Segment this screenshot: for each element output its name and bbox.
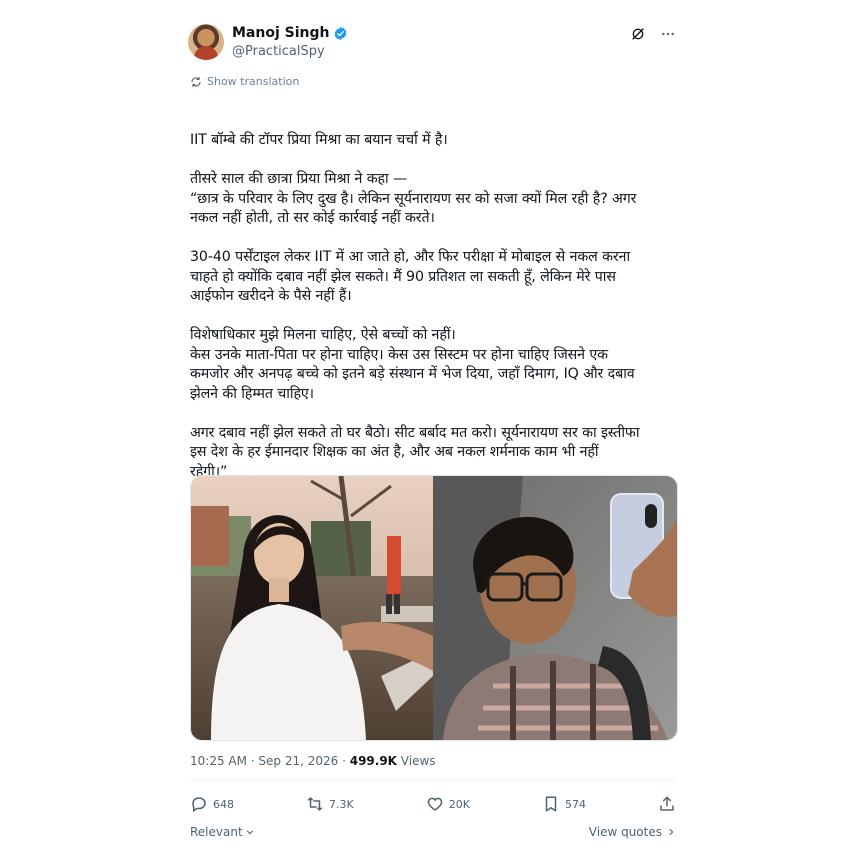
view-quotes-link[interactable]: View quotes [589, 825, 676, 839]
like-icon [426, 795, 444, 813]
share-button[interactable] [658, 795, 676, 813]
divider [190, 780, 676, 781]
tweet-line: “छात्र के परिवार के लिए दुख है। लेकिन सू… [190, 190, 637, 207]
tweet-line [190, 151, 680, 171]
tweet-line: केस उनके माता-पिता पर होना चाहिए। केस उस… [190, 346, 608, 363]
tweet-line: नकल नहीं होती, तो सर कोई कार्रवाई नहीं क… [190, 210, 435, 226]
relevant-label: Relevant [190, 825, 243, 839]
tweet-line: कमजोर और अनपढ़ बच्चे को इतने बड़े संस्था… [190, 366, 635, 382]
media-photo-right[interactable] [433, 476, 677, 740]
chevron-down-icon [245, 827, 255, 837]
tweet-line: IIT बॉम्बे की टॉपर प्रिया मिश्रा का बयान… [190, 132, 448, 148]
views-label: Views [396, 754, 436, 768]
tweet-line [190, 229, 680, 249]
repost-icon [306, 795, 324, 813]
author-name-row: Manoj Singh [232, 25, 348, 41]
like-count: 20K [448, 797, 470, 811]
tweet-actions: 648 7.3K 20K 574 [190, 795, 676, 813]
grok-icon[interactable] [630, 26, 646, 42]
reply-count: 648 [213, 797, 234, 811]
tweet-top-actions [630, 26, 676, 42]
tweet-footer: Relevant View quotes [190, 825, 676, 839]
view-quotes-label: View quotes [588, 825, 662, 839]
tweet-line: आईफोन खरीदने के पैसे नहीं हैं। [190, 288, 352, 304]
show-translation[interactable]: Show translation [190, 75, 299, 88]
tweet-line: तीसरे साल की छात्रा प्रिया मिश्रा ने कहा… [190, 171, 408, 187]
tweet-meta: 10:25 AM · Sep 21, 2026 · 499.9K Views [190, 754, 436, 768]
tweet-line: चाहते हो क्योंकि दबाव नहीं झेल सकते। मैं… [190, 268, 616, 285]
tweet-media [190, 475, 678, 741]
relevant-sort[interactable]: Relevant [190, 825, 255, 839]
tweet-line: अगर दबाव नहीं झेल सकते तो घर बैठो। सीट ब… [190, 424, 640, 441]
like-button[interactable]: 20K [426, 795, 470, 813]
tweet-line: झेलने की हिम्मत चाहिए। [190, 385, 314, 402]
tweet-line [190, 404, 680, 424]
bookmark-icon [542, 795, 560, 813]
reply-icon [190, 795, 208, 813]
tweet-line [190, 307, 680, 327]
verified-badge-icon [333, 26, 348, 41]
author-name[interactable]: Manoj Singh [232, 25, 329, 41]
bookmark-count: 574 [564, 797, 586, 811]
tweet-line: इस देश के हर ईमानदार शिक्षक का अंत है, औ… [190, 444, 599, 460]
more-icon[interactable] [660, 26, 676, 42]
share-icon [658, 795, 676, 813]
views-count: 499.9K [349, 754, 397, 768]
tweet-line: 30-40 पर्सेंटाइल लेकर IIT में आ जाते हो,… [190, 249, 631, 265]
author-handle[interactable]: @PracticalSpy [232, 44, 325, 59]
bookmark-button[interactable]: 574 [542, 795, 586, 813]
avatar[interactable] [188, 24, 224, 60]
show-translation-label[interactable]: Show translation [207, 75, 299, 88]
tweet-line: विशेषाधिकार मुझे मिलना चाहिए, ऐसे बच्चों… [190, 327, 456, 343]
chevron-right-icon [666, 827, 676, 837]
repost-button[interactable]: 7.3K [306, 795, 354, 813]
timestamp[interactable]: 10:25 AM · Sep 21, 2026 · [190, 754, 350, 768]
translate-icon [190, 76, 202, 88]
media-photo-left[interactable] [191, 476, 433, 740]
repost-count: 7.3K [329, 797, 354, 811]
reply-button[interactable]: 648 [190, 795, 234, 813]
tweet-text: IIT बॉम्बे की टॉपर प्रिया मिश्रा का बयान… [190, 92, 680, 521]
